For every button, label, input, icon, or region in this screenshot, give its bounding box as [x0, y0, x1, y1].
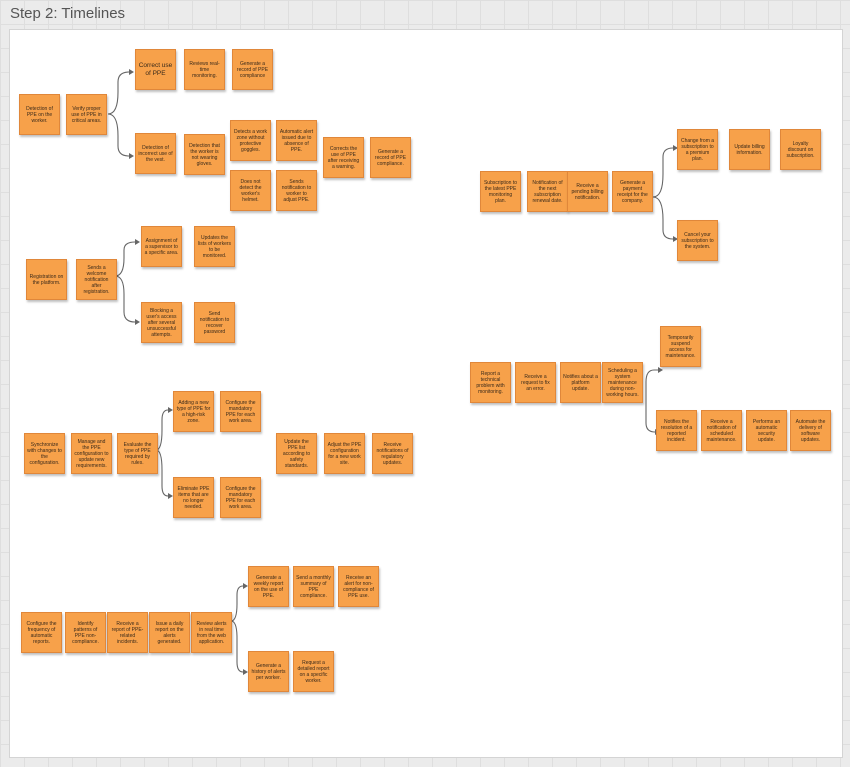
sticky-note-review-alerts[interactable]: Review alerts in real time from the web … — [191, 612, 232, 653]
connector-2b — [114, 275, 136, 323]
sticky-note-maintenance-notification[interactable]: Receive a notification of scheduled main… — [701, 410, 742, 451]
sticky-note-billing-notification[interactable]: Receive a pending billing notification. — [567, 171, 608, 212]
sticky-note-reviews-monitoring[interactable]: Reviews real-time monitoring. — [184, 49, 225, 90]
sticky-note-platform-update[interactable]: Notifies about a platform update. — [560, 362, 601, 403]
sticky-note-eliminate-ppe[interactable]: Eliminate PPE items that are no longer n… — [173, 477, 214, 518]
sticky-note-welcome-notification[interactable]: Sends a welcome notification after regis… — [76, 259, 117, 300]
sticky-note-adjust-ppe-config[interactable]: Adjust the PPE configuration for a new w… — [324, 433, 365, 474]
sticky-note-add-ppe-type[interactable]: Adding a new type of PPE for a high-risk… — [173, 391, 214, 432]
connector-5b — [652, 196, 674, 240]
connector-2a — [114, 241, 136, 277]
sticky-note-fix-error-request[interactable]: Receive a request to fix an error. — [515, 362, 556, 403]
sticky-note-schedule-maintenance[interactable]: Scheduling a system maintenance during n… — [602, 362, 643, 403]
sticky-note-configure-mandatory-ppe[interactable]: Configure the mandatory PPE for each wor… — [220, 391, 261, 432]
sticky-note-daily-report[interactable]: Issue a daily report on the alerts gener… — [149, 612, 190, 653]
sticky-note-software-updates[interactable]: Automate the delivery of software update… — [790, 410, 831, 451]
sticky-note-sync-config[interactable]: Synchronize with changes to the configur… — [24, 433, 65, 474]
sticky-note-incident-report[interactable]: Receive a report of PPE-related incident… — [107, 612, 148, 653]
whiteboard-canvas[interactable]: Detection of PPE on the worker. Verify p… — [9, 29, 843, 758]
sticky-note-recover-password[interactable]: Send notification to recover password — [194, 302, 235, 343]
sticky-note-evaluate-ppe[interactable]: Evaluate the type of PPE required by rul… — [117, 433, 158, 474]
sticky-note-update-billing[interactable]: Update billing information. — [729, 129, 770, 170]
sticky-note-correct-use[interactable]: Correct use of PPE — [135, 49, 176, 90]
sticky-note-report-frequency[interactable]: Configure the frequency of automatic rep… — [21, 612, 62, 653]
sticky-note-detection-ppe[interactable]: Detection of PPE on the worker. — [19, 94, 60, 135]
sticky-note-no-gloves[interactable]: Detection that the worker is not wearing… — [184, 134, 225, 175]
sticky-note-update-ppe-list[interactable]: Update the PPE list according to safety … — [276, 433, 317, 474]
sticky-note-noncompliance-patterns[interactable]: Identify patterns of PPE non-compliance. — [65, 612, 106, 653]
sticky-note-manage-config[interactable]: Manage and the PPE configuration to upda… — [71, 433, 112, 474]
sticky-note-alert-history[interactable]: Generate a history of alerts per worker. — [248, 651, 289, 692]
sticky-note-regulatory-updates[interactable]: Receive notifications of regulatory upda… — [372, 433, 413, 474]
sticky-note-registration[interactable]: Registration on the platform. — [26, 259, 67, 300]
sticky-note-no-helmet[interactable]: Does not detect the worker's helmet. — [230, 170, 271, 211]
connector-4a — [230, 585, 244, 622]
sticky-note-cancel-subscription[interactable]: Cancel your subscription to the system. — [677, 220, 718, 261]
sticky-note-subscription-plan[interactable]: Subscription to the latest PPE monitorin… — [480, 171, 521, 212]
sticky-note-report-problem[interactable]: Report a technical problem with monitori… — [470, 362, 511, 403]
sticky-note-noncompliance-alert[interactable]: Receive an alert for non-compliance of P… — [338, 566, 379, 607]
sticky-note-no-goggles[interactable]: Detects a work zone without protective g… — [230, 120, 271, 161]
sticky-note-payment-receipt[interactable]: Generate a payment receipt for the compa… — [612, 171, 653, 212]
connector-4b — [230, 620, 244, 673]
sticky-note-weekly-report[interactable]: Generate a weekly report on the use of P… — [248, 566, 289, 607]
sticky-note-verify-ppe[interactable]: Verify proper use of PPE in critical are… — [66, 94, 107, 135]
sticky-note-loyalty-discount[interactable]: Loyalty discount on subscription. — [780, 129, 821, 170]
sticky-note-assign-supervisor[interactable]: Assignment of a supervisor to a specific… — [141, 226, 182, 267]
connector-5a — [652, 147, 674, 198]
sticky-note-corrects-ppe[interactable]: Corrects the use of PPE after receiving … — [323, 137, 364, 178]
sticky-note-block-access[interactable]: Blocking a user's access after several u… — [141, 302, 182, 343]
page-title: Step 2: Timelines — [10, 5, 126, 22]
sticky-note-premium-plan[interactable]: Change from a subscription to a premium … — [677, 129, 718, 170]
sticky-note-update-worker-lists[interactable]: Updates the lists of workers to be monit… — [194, 226, 235, 267]
connector-6a — [645, 369, 658, 383]
connector-6b — [645, 382, 656, 433]
sticky-note-incorrect-vest[interactable]: Detection of incorrect use of the vest. — [135, 133, 176, 174]
connector-1b — [107, 113, 130, 157]
sticky-note-automatic-alert[interactable]: Automatic alert issued due to absence of… — [276, 120, 317, 161]
sticky-note-suspend-access[interactable]: Temporarily suspend access for maintenan… — [660, 326, 701, 367]
connector-1a — [107, 71, 130, 115]
sticky-note-notify-worker[interactable]: Sends notification to worker to adjust P… — [276, 170, 317, 211]
sticky-note-security-update[interactable]: Performs an automatic security update. — [746, 410, 787, 451]
sticky-note-worker-report[interactable]: Request a detailed report on a specific … — [293, 651, 334, 692]
sticky-note-configure-mandatory-ppe-2[interactable]: Configure the mandatory PPE for each wor… — [220, 477, 261, 518]
sticky-note-record-compliance[interactable]: Generate a record of PPE compliance — [232, 49, 273, 90]
sticky-note-record-compliance-2[interactable]: Generate a record of PPE compliance. — [370, 137, 411, 178]
sticky-note-monthly-summary[interactable]: Send a monthly summary of PPE compliance… — [293, 566, 334, 607]
sticky-note-incident-resolution[interactable]: Notifies the resolution of a reported in… — [656, 410, 697, 451]
sticky-note-renewal-notification[interactable]: Notification of the next subscription re… — [527, 171, 568, 212]
